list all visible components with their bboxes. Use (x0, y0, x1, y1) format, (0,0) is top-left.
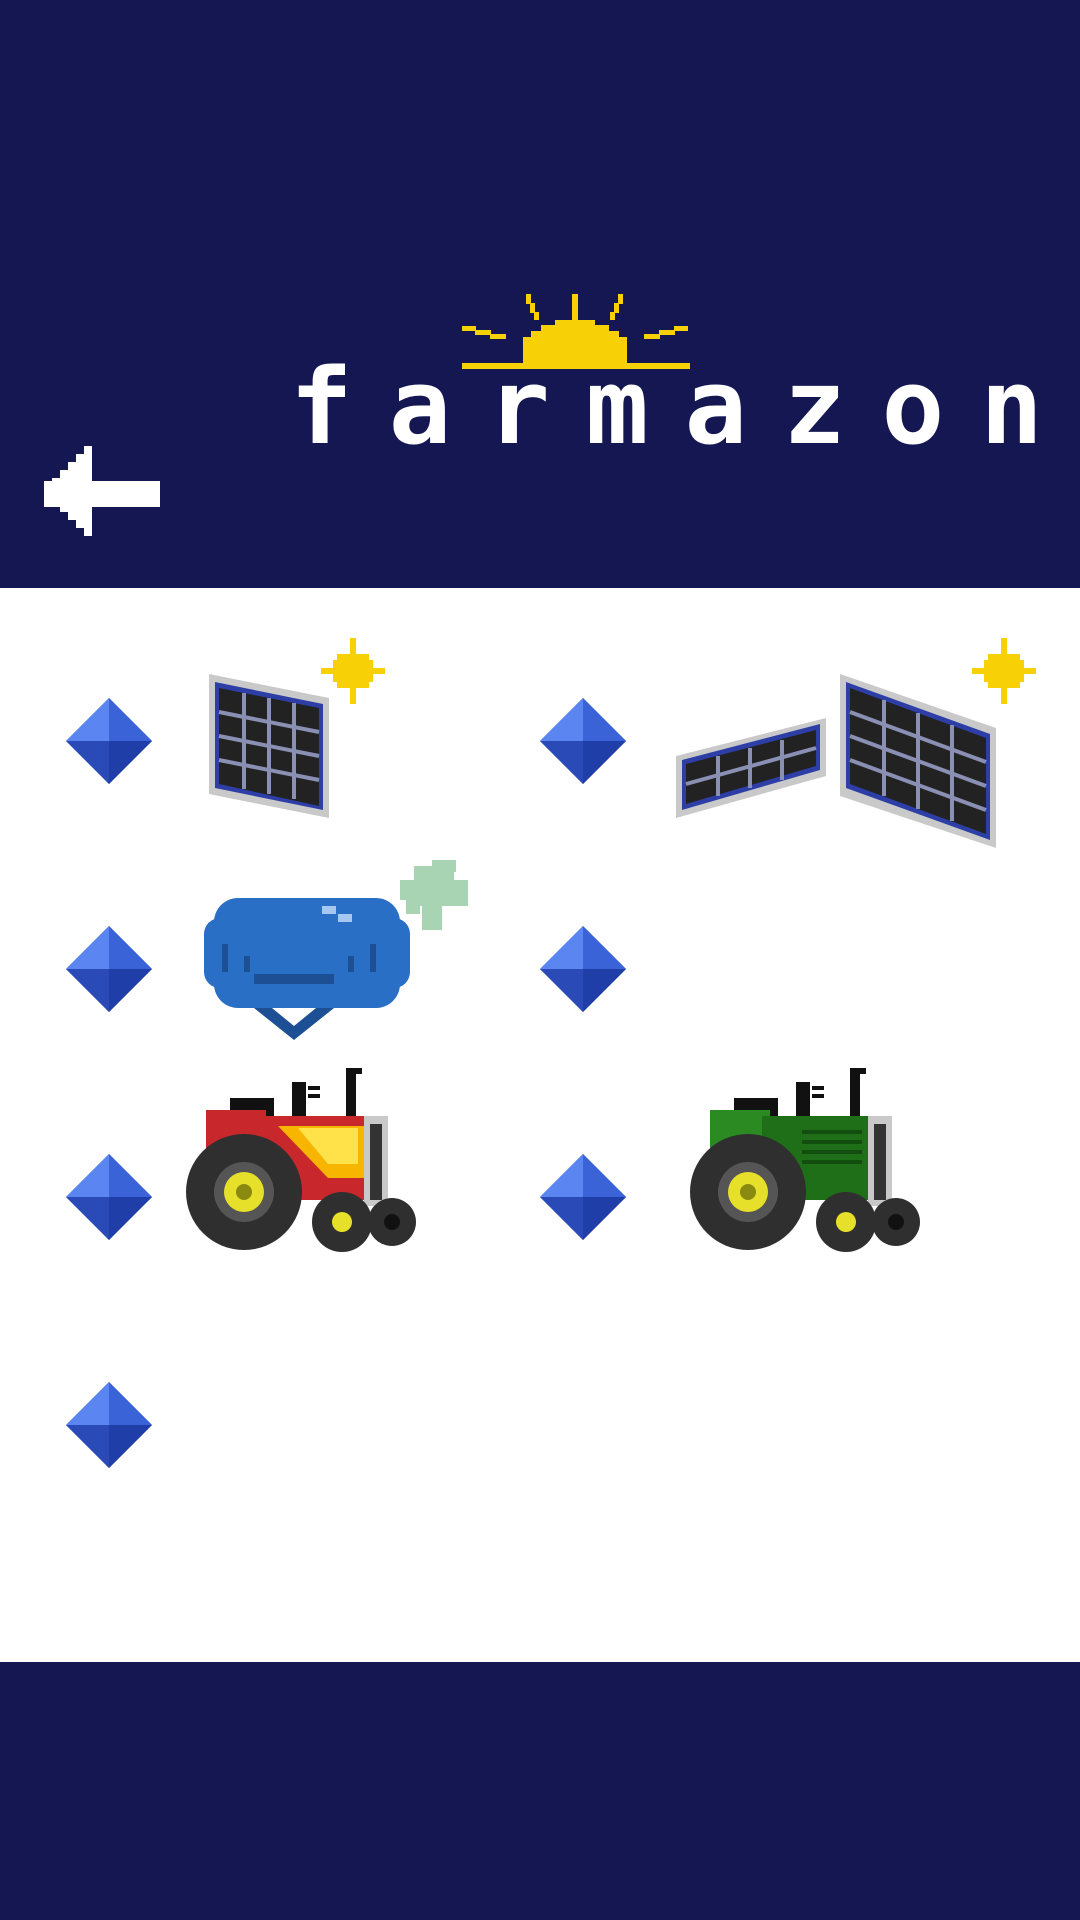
solar-panel-icon (209, 638, 385, 818)
header-bar: farmazon (0, 0, 1080, 588)
solar-panel-double-icon (676, 638, 1036, 848)
shop-item-solar-panel-large[interactable] (514, 638, 1036, 848)
blue-gem-icon[interactable] (540, 1154, 626, 1240)
back-arrow-icon (44, 446, 160, 536)
shop-item-blue-water-tank[interactable] (40, 860, 510, 1066)
blue-gem-icon[interactable] (66, 698, 152, 784)
blue-gem-icon[interactable] (66, 1154, 152, 1240)
shop-item-empty-slot-2[interactable] (40, 1322, 510, 1522)
footer-bar (0, 1662, 1080, 1920)
red-tractor-icon (186, 1068, 416, 1252)
back-button[interactable] (44, 446, 160, 536)
shop-item-green-tractor[interactable] (514, 1068, 984, 1294)
shop-item-red-tractor[interactable] (40, 1068, 510, 1294)
blue-gem-icon[interactable] (540, 926, 626, 1012)
water-tank-icon (204, 860, 468, 1040)
shop-item-empty-slot[interactable] (514, 866, 984, 1066)
green-tractor-icon (690, 1068, 920, 1252)
app-title: farmazon (290, 346, 1079, 468)
blue-gem-icon[interactable] (66, 1382, 152, 1468)
shop-item-grid (0, 588, 1080, 1662)
shop-item-solar-panel-small[interactable] (40, 638, 510, 838)
blue-gem-icon[interactable] (66, 926, 152, 1012)
blue-gem-icon[interactable] (540, 698, 626, 784)
farmazon-logo: farmazon (0, 0, 1080, 588)
